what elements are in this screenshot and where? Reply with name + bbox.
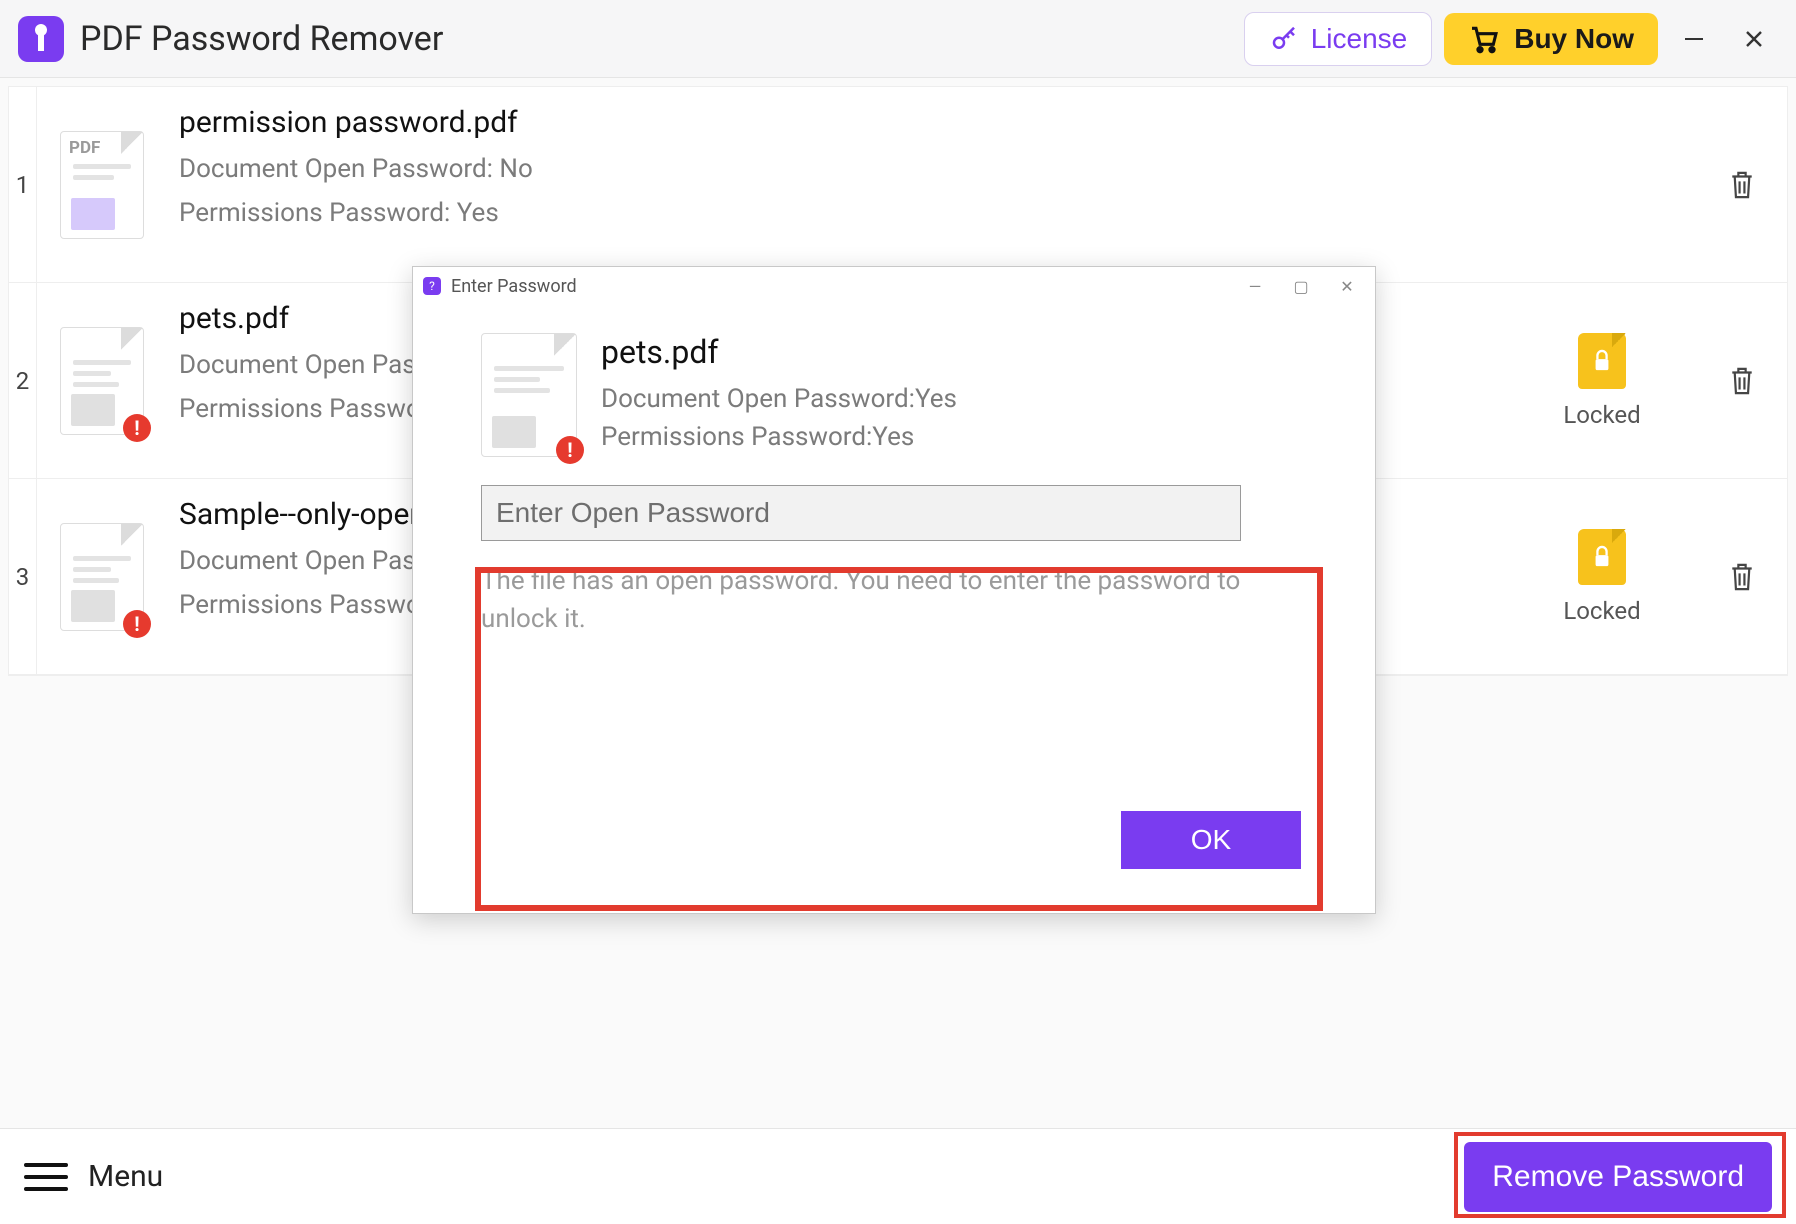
dialog-maximize-button[interactable]: ▢ [1283, 277, 1319, 296]
file-thumb: ! [37, 283, 167, 478]
app-logo [18, 16, 64, 62]
file-thumb: ! [37, 479, 167, 674]
remove-password-button[interactable]: Remove Password [1464, 1142, 1772, 1212]
alert-icon: ! [123, 610, 151, 638]
dialog-title: Enter Password [451, 276, 577, 297]
menu-button[interactable]: Menu [24, 1159, 163, 1194]
status-label: Locked [1563, 597, 1640, 625]
alert-icon: ! [556, 436, 584, 464]
dialog-open-pw: Document Open Password:Yes [601, 381, 957, 419]
file-row: 1 permission password.pdf Document Open … [9, 87, 1787, 283]
row-index: 2 [9, 283, 37, 478]
menu-label: Menu [88, 1159, 163, 1194]
row-index: 3 [9, 479, 37, 674]
license-label: License [1311, 23, 1408, 55]
dialog-file-thumb: ! [481, 333, 577, 457]
footer: Menu Remove Password [0, 1128, 1796, 1224]
alert-icon: ! [123, 414, 151, 442]
password-input[interactable] [481, 485, 1241, 541]
lock-icon [1578, 529, 1626, 585]
trash-icon [1727, 560, 1757, 594]
status-label: Locked [1563, 401, 1640, 429]
file-thumb [37, 87, 167, 282]
file-perm-pw: Permissions Password: Yes [179, 198, 1495, 228]
dialog-perm-pw: Permissions Password:Yes [601, 419, 957, 457]
dialog-close-button[interactable]: ✕ [1329, 277, 1365, 296]
dialog-file-name: pets.pdf [601, 333, 957, 371]
trash-icon [1727, 364, 1757, 398]
row-index: 1 [9, 87, 37, 282]
close-button[interactable] [1730, 15, 1778, 63]
cart-icon [1468, 23, 1500, 55]
delete-button[interactable] [1697, 87, 1787, 282]
app-title: PDF Password Remover [80, 19, 443, 59]
dialog-minimize-button[interactable]: — [1237, 277, 1273, 296]
trash-icon [1727, 168, 1757, 202]
ok-button[interactable]: OK [1121, 811, 1301, 869]
buy-now-button[interactable]: Buy Now [1444, 13, 1658, 65]
delete-button[interactable] [1697, 479, 1787, 674]
file-open-pw: Document Open Password: No [179, 154, 1495, 184]
dialog-logo-icon: ? [423, 277, 441, 295]
dialog-titlebar: ? Enter Password — ▢ ✕ [413, 267, 1375, 305]
enter-password-dialog: ? Enter Password — ▢ ✕ ! pets.pdf Docume… [412, 266, 1376, 914]
license-button[interactable]: License [1244, 12, 1433, 66]
titlebar: PDF Password Remover License Buy Now [0, 0, 1796, 78]
dialog-hint: The file has an open password. You need … [481, 563, 1241, 638]
buy-now-label: Buy Now [1514, 23, 1634, 55]
delete-button[interactable] [1697, 283, 1787, 478]
key-icon [1269, 24, 1299, 54]
hamburger-icon [24, 1163, 68, 1191]
file-name: permission password.pdf [179, 105, 1495, 140]
lock-icon [1578, 333, 1626, 389]
minimize-button[interactable] [1670, 15, 1718, 63]
